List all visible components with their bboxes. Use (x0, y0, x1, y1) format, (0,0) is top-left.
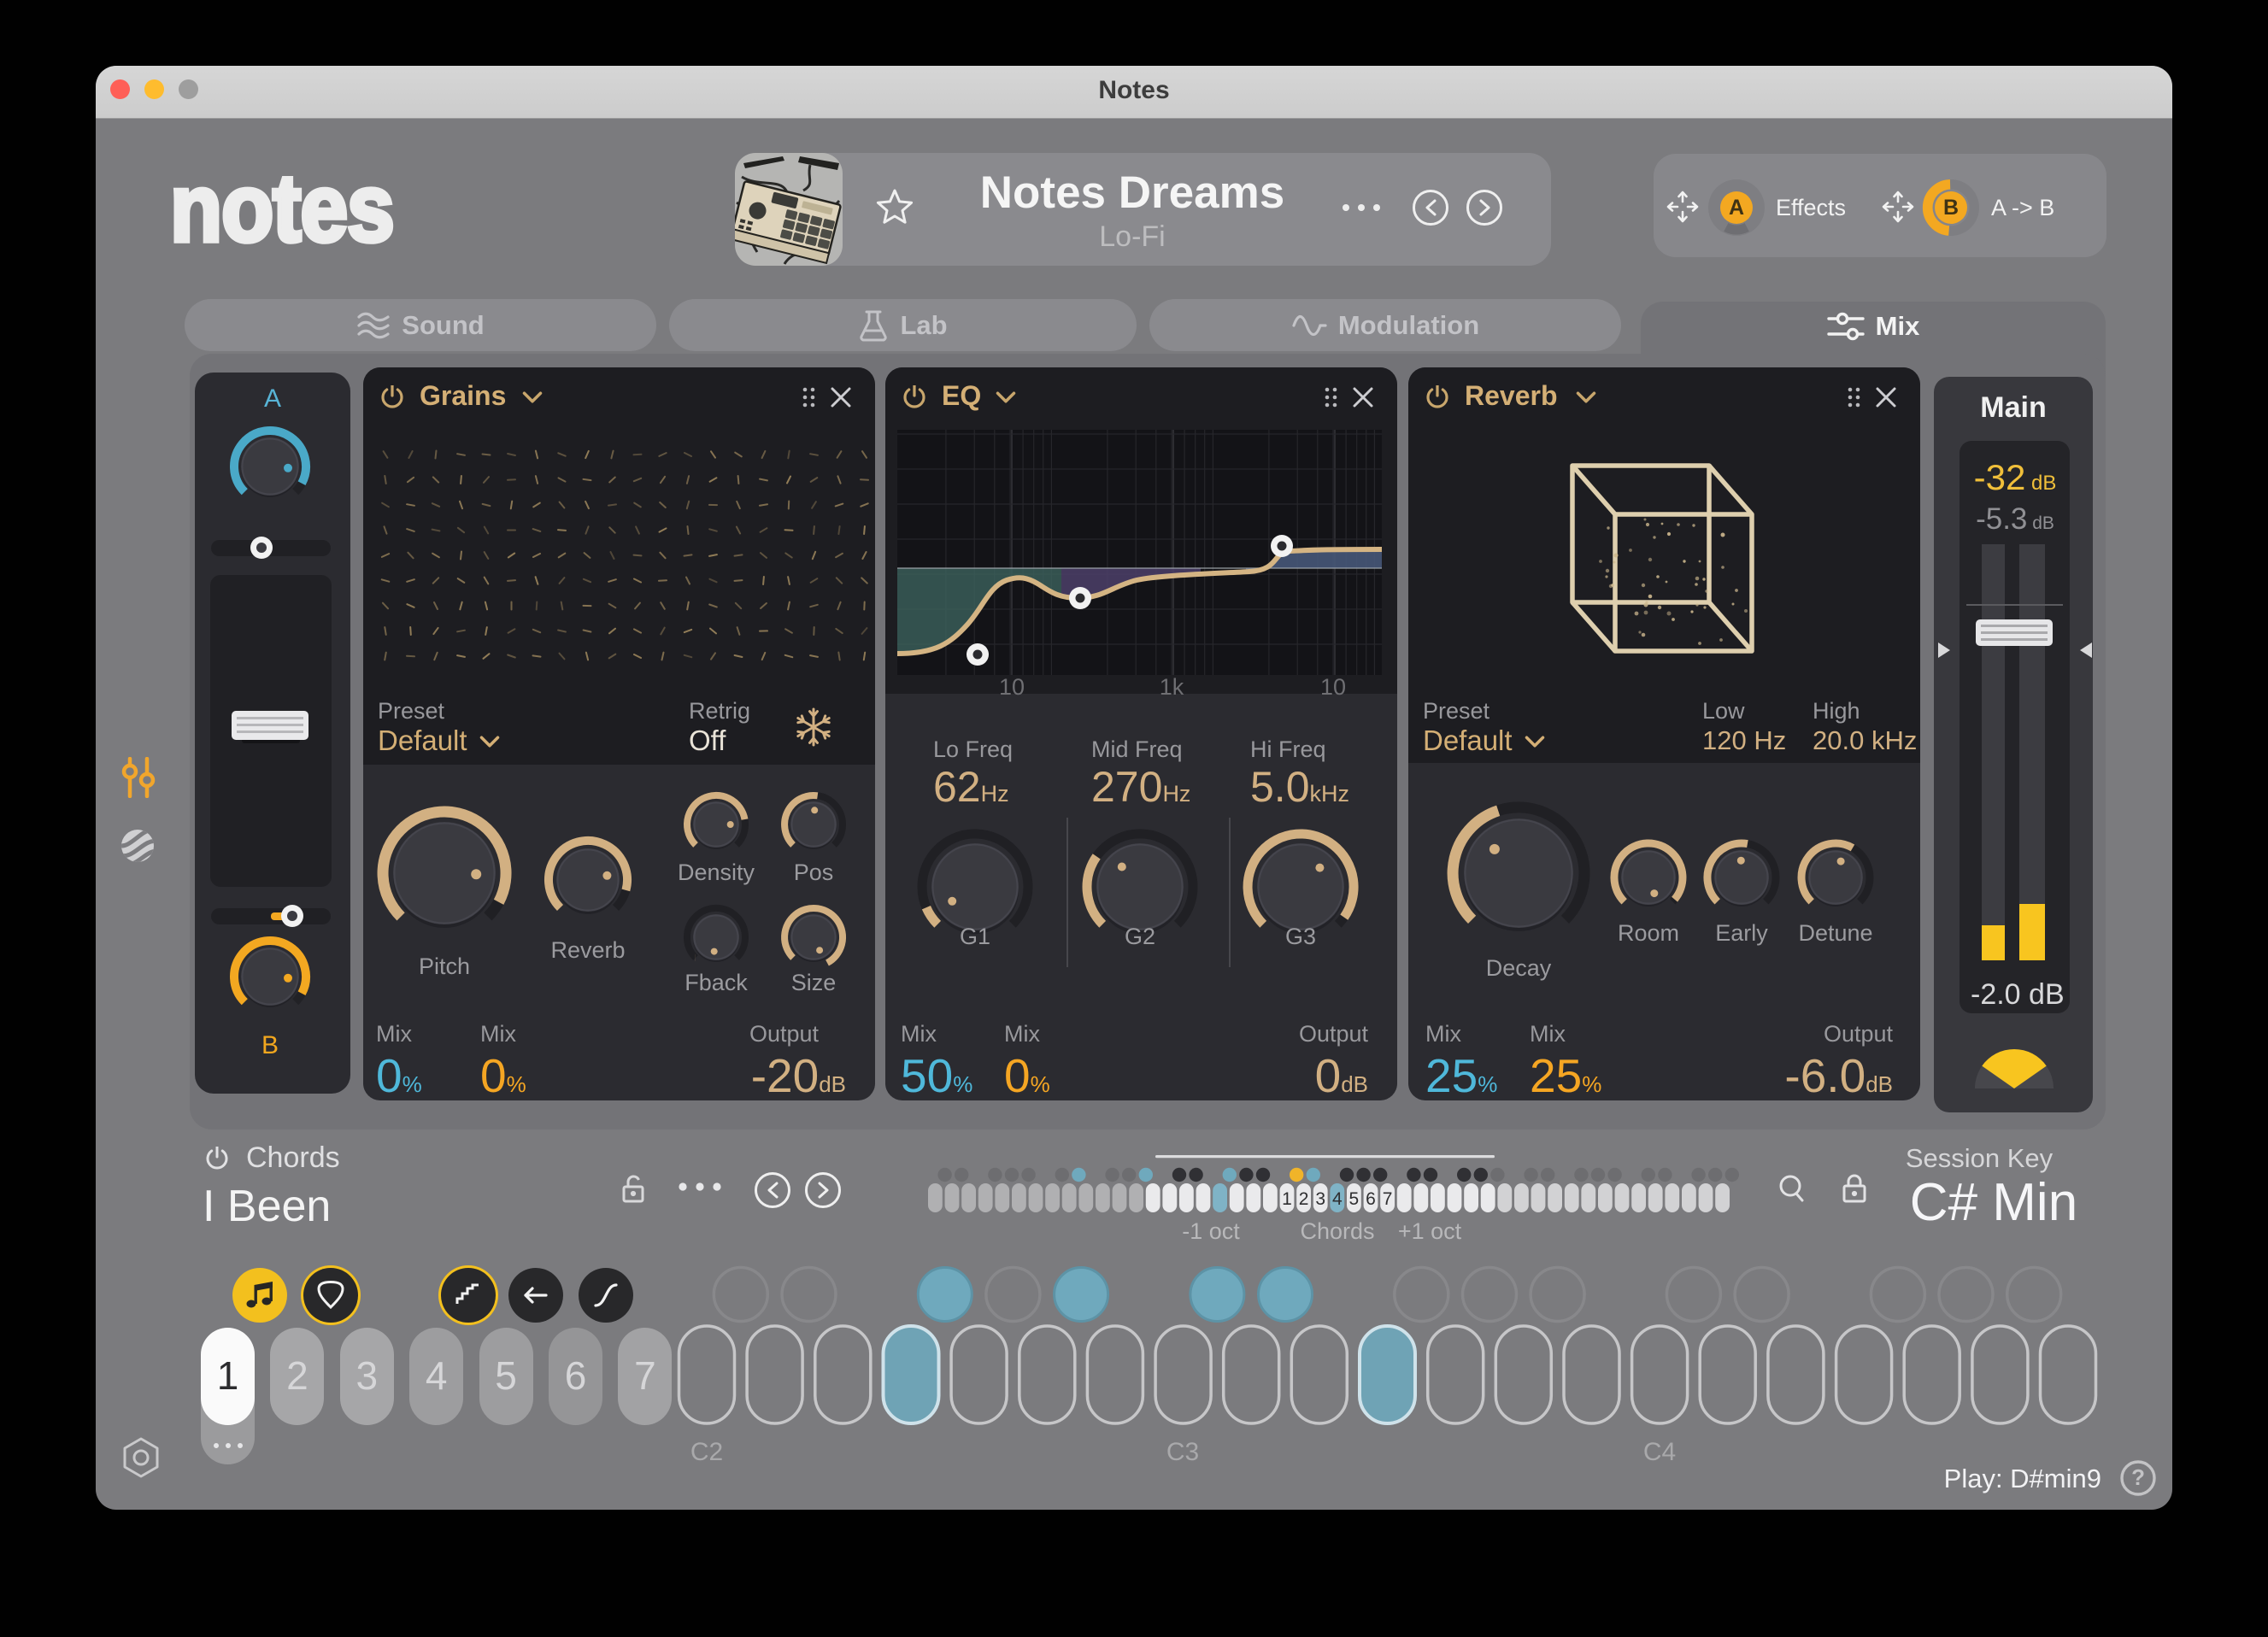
svg-text:?: ? (2131, 1464, 2145, 1490)
svg-text:4: 4 (1332, 1189, 1343, 1209)
svg-text:6: 6 (1366, 1189, 1376, 1209)
svg-text:2: 2 (1299, 1189, 1309, 1209)
svg-text:7: 7 (1383, 1189, 1393, 1209)
svg-text:3: 3 (1315, 1189, 1325, 1209)
svg-text:5: 5 (1349, 1189, 1360, 1209)
svg-text:1: 1 (1282, 1189, 1292, 1209)
